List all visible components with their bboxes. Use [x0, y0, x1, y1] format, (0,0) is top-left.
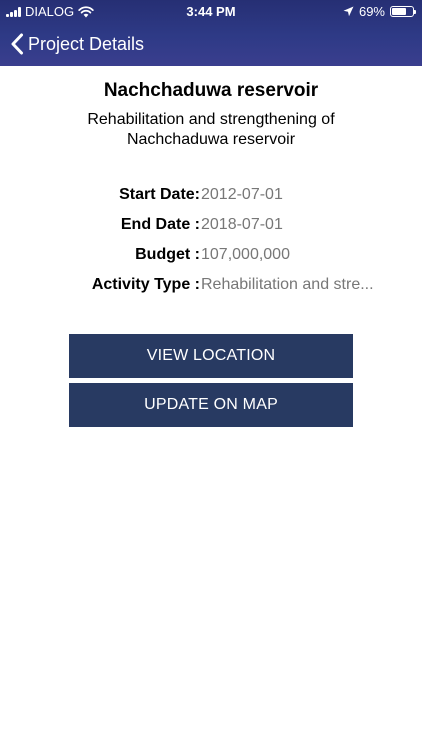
- start-date-value: 2012-07-01: [201, 186, 283, 203]
- back-button-label: Project Details: [28, 33, 145, 54]
- back-button[interactable]: Project Details: [0, 33, 144, 55]
- project-description: Rehabilitation and strengthening of Nach…: [87, 111, 335, 148]
- activity-type-value: Rehabilitation and stre...: [201, 276, 374, 293]
- end-date-value: 2018-07-01: [201, 216, 283, 233]
- budget-value: 107,000,000: [201, 246, 290, 263]
- status-bar: DIALOG 3:44 PM 69%: [0, 0, 422, 22]
- battery-fill: [392, 8, 406, 15]
- update-on-map-button[interactable]: UPDATE ON MAP: [69, 383, 353, 427]
- location-arrow-icon: [343, 6, 354, 17]
- view-location-button[interactable]: VIEW LOCATION: [69, 334, 353, 378]
- navigation-bar: Project Details: [0, 28, 144, 60]
- battery-percent: 69%: [358, 4, 385, 19]
- activity-type-label: Activity Type :: [91, 276, 200, 293]
- end-date-label: End Date :: [120, 216, 200, 233]
- battery-icon: [390, 6, 416, 17]
- top-bar: DIALOG 3:44 PM 69% Project Details: [0, 0, 422, 66]
- start-date-label: Start Date:: [119, 186, 200, 203]
- budget-label: Budget :: [135, 246, 200, 263]
- status-right: 69%: [343, 4, 416, 19]
- project-title: Nachchaduwa reservoir: [103, 80, 319, 101]
- chevron-left-icon: [11, 33, 23, 55]
